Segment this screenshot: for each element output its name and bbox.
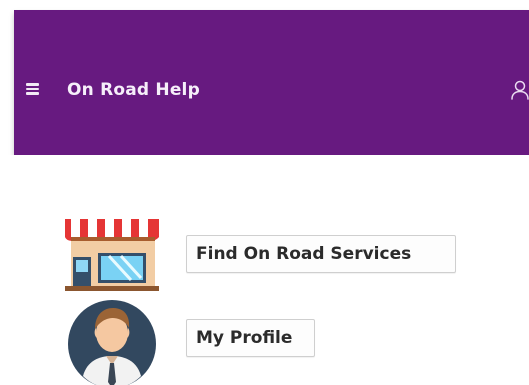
hamburger-menu-icon[interactable] (26, 83, 39, 95)
main-content: Find On Road Services My Profile (0, 155, 529, 385)
find-services-button[interactable]: Find On Road Services (186, 235, 456, 273)
app-bar: On Road Help (14, 10, 529, 155)
status-area (0, 0, 529, 10)
my-profile-button[interactable]: My Profile (186, 319, 315, 357)
user-avatar-icon (68, 300, 156, 385)
screen: On Road Help Find On Road Services My Pr… (0, 0, 529, 385)
app-title: On Road Help (67, 80, 200, 100)
shop-storefront-icon (65, 219, 159, 291)
user-icon[interactable] (510, 80, 529, 100)
